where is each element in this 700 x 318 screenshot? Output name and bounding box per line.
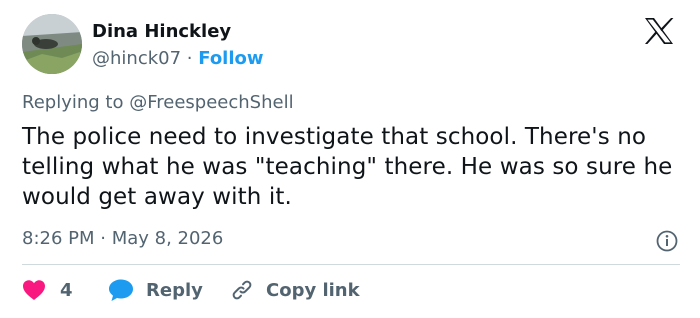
divider <box>22 264 680 265</box>
avatar-image <box>22 14 82 74</box>
like-count: 4 <box>60 279 73 301</box>
heart-icon <box>23 280 45 300</box>
speech-bubble-icon <box>109 279 133 301</box>
action-bar: 4 Reply Copy link <box>22 276 682 304</box>
copy-link-label: Copy link <box>266 279 360 301</box>
author-handle[interactable]: @hinck07 <box>92 48 181 69</box>
separator-dot: · <box>186 48 193 69</box>
link-icon <box>232 280 252 300</box>
replying-to[interactable]: Replying to @FreespeechShell <box>22 92 294 113</box>
like-button[interactable]: 4 <box>22 276 73 304</box>
tweet-timestamp[interactable]: 8:26 PM · May 8, 2026 <box>22 228 223 249</box>
avatar[interactable] <box>22 14 82 74</box>
handle-line: @hinck07 · Follow <box>92 48 264 69</box>
copy-link-button[interactable]: Copy link <box>230 276 360 304</box>
author-name[interactable]: Dina Hinckley <box>92 21 231 42</box>
info-icon[interactable] <box>656 230 678 252</box>
x-logo-icon[interactable] <box>642 16 676 46</box>
follow-button[interactable]: Follow <box>198 48 263 69</box>
tweet-text: The police need to investigate that scho… <box>22 124 673 210</box>
reply-label: Reply <box>146 279 203 301</box>
reply-button[interactable]: Reply <box>108 276 203 304</box>
tweet-header: Dina Hinckley @hinck07 · Follow <box>22 14 682 78</box>
